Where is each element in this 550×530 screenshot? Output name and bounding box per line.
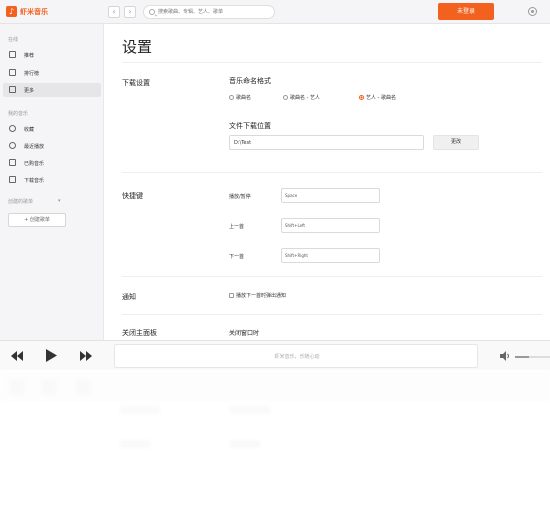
volume-slider[interactable] (515, 356, 550, 358)
radio-selected-icon (359, 95, 364, 100)
settings-page: 设置 下载设置 音乐命名格式 歌曲名 歌曲名 - 艺人 艺人 - 歌曲名 文件下… (105, 24, 550, 340)
divider (122, 172, 542, 173)
naming-format-label: 音乐命名格式 (229, 77, 271, 85)
sidebar: 在线 推荐 排行榜 更多 我的音乐 收藏 最近播放 已购音乐 下载音乐 创建的歌… (0, 24, 104, 340)
sidebar-item-recommend[interactable]: 推荐 (3, 48, 101, 62)
previous-track-icon[interactable] (11, 351, 23, 361)
now-playing-text: 虾米音乐，乐随心动 (274, 354, 320, 360)
reflection-bar (0, 372, 550, 402)
forward-button[interactable]: › (124, 6, 136, 18)
reflection-shape (10, 380, 24, 394)
sidebar-item-downloads[interactable]: 下载音乐 (3, 173, 101, 187)
recommend-icon (9, 51, 16, 58)
sidebar-item-label: 最近播放 (24, 144, 45, 150)
login-button[interactable]: 未登录 (438, 3, 494, 20)
settings-gear-icon[interactable] (528, 7, 537, 16)
heart-icon (9, 125, 16, 132)
window-reflection (0, 372, 550, 492)
volume-slider-fill (515, 356, 529, 358)
create-playlist-button[interactable]: + 创建歌单 (8, 213, 66, 227)
radio-label: 艺人 - 歌曲名 (366, 95, 396, 101)
sidebar-item-label: 已购音乐 (24, 161, 45, 167)
chart-icon (9, 69, 16, 76)
radio-label: 歌曲名 - 艺人 (290, 95, 320, 101)
hotkey-next-input[interactable] (281, 248, 380, 263)
divider (122, 62, 542, 63)
radio-icon (283, 95, 288, 100)
naming-option-artist-song[interactable]: 艺人 - 歌曲名 (359, 94, 396, 101)
sidebar-item-label: 下载音乐 (24, 178, 45, 184)
divider (122, 314, 542, 315)
now-playing-panel[interactable]: 虾米音乐，乐随心动 (114, 344, 478, 368)
cart-icon (9, 159, 16, 166)
close-panel-heading: 关闭主面板 (122, 329, 157, 337)
next-track-icon[interactable] (80, 351, 92, 361)
play-icon[interactable] (45, 349, 57, 362)
sidebar-item-more[interactable]: 更多 (3, 83, 101, 97)
chevron-down-icon[interactable]: ▾ (58, 198, 61, 204)
sidebar-item-purchased[interactable]: 已购音乐 (3, 156, 101, 170)
back-button[interactable]: ‹ (108, 6, 120, 18)
radio-icon (229, 95, 234, 100)
app-name: 虾米音乐 (20, 8, 48, 16)
xiami-logo-icon: ♪ (6, 6, 17, 17)
reflection-shape (230, 440, 260, 448)
sidebar-section-online: 在线 (8, 37, 19, 43)
reflection-shape (42, 380, 56, 394)
close-window-label: 关闭窗口时 (229, 330, 260, 337)
download-icon (9, 176, 16, 183)
download-folder-label: 文件下载位置 (229, 122, 271, 130)
notify-checkbox[interactable]: 播放下一首时弹出通知 (229, 292, 286, 299)
sidebar-item-recent[interactable]: 最近播放 (3, 139, 101, 153)
hotkey-prev-label: 上一首 (229, 224, 245, 230)
hotkeys-heading: 快捷键 (122, 192, 143, 200)
hotkey-next-label: 下一首 (229, 254, 245, 260)
sidebar-item-label: 更多 (24, 88, 35, 94)
search-icon (149, 9, 155, 15)
notify-heading: 通知 (122, 293, 136, 301)
app-window: ♪ 虾米音乐 ‹ › 未登录 在线 推荐 排行榜 更多 我的音乐 收藏 (0, 0, 550, 340)
download-folder-input[interactable] (229, 135, 424, 150)
divider (122, 276, 542, 277)
reflection-shape (120, 406, 160, 414)
sidebar-item-label: 收藏 (24, 127, 35, 133)
reflection-shape (230, 406, 270, 414)
volume-icon[interactable] (500, 351, 510, 361)
search-box[interactable] (143, 5, 275, 19)
download-settings-heading: 下载设置 (122, 79, 150, 87)
player-bar: 虾米音乐，乐随心动 (0, 340, 550, 370)
sidebar-section-my-music: 我的音乐 (8, 111, 29, 117)
hotkey-play-input[interactable] (281, 188, 380, 203)
notify-option-label: 播放下一首时弹出通知 (236, 293, 287, 299)
hotkey-play-label: 播放/暂停 (229, 194, 251, 200)
sidebar-item-favorites[interactable]: 收藏 (3, 122, 101, 136)
search-input[interactable] (158, 7, 272, 17)
change-folder-button[interactable]: 更改 (433, 135, 479, 150)
sidebar-item-label: 推荐 (24, 53, 35, 59)
sidebar-item-charts[interactable]: 排行榜 (3, 66, 101, 80)
page-title: 设置 (122, 38, 153, 56)
hotkey-prev-input[interactable] (281, 218, 380, 233)
reflection-shape (120, 440, 150, 448)
reflection-shape (76, 380, 90, 394)
naming-option-song-artist[interactable]: 歌曲名 - 艺人 (283, 94, 320, 101)
naming-option-song[interactable]: 歌曲名 (229, 94, 251, 101)
more-icon (9, 86, 16, 93)
title-bar: ♪ 虾米音乐 ‹ › 未登录 (0, 0, 550, 24)
sidebar-section-playlists: 创建的歌单 (8, 199, 34, 205)
sidebar-item-label: 排行榜 (24, 71, 40, 77)
history-icon (9, 142, 16, 149)
radio-label: 歌曲名 (236, 95, 252, 101)
checkbox-icon (229, 293, 234, 298)
